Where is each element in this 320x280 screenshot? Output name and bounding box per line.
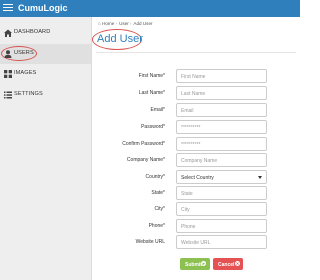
menu-icon[interactable] [3, 4, 13, 13]
form-row-password: Password* ********** [96, 120, 300, 136]
brand-name: CumuLogic [18, 3, 68, 13]
sidebar-item-users[interactable]: USERS [0, 44, 91, 64]
field-label: Last Name* [138, 90, 165, 96]
breadcrumb-home[interactable]: Home [102, 21, 114, 26]
grid-icon [4, 70, 12, 78]
breadcrumb: ⌂ Home› User› Add User [98, 21, 153, 26]
field-label: First Name* [138, 73, 165, 79]
country-select[interactable]: Select Country [176, 170, 267, 184]
submit-button[interactable]: Submit ➤ [180, 258, 210, 270]
sidebar-item-images[interactable]: IMAGES [0, 64, 91, 84]
page-title: Add User [97, 33, 143, 45]
field-label: Confirm Password* [122, 141, 165, 147]
state-input[interactable]: State [176, 186, 267, 200]
list-icon [4, 91, 12, 99]
form-row-last-name: Last Name* Last Name [96, 86, 300, 102]
field-label: Company Name* [126, 157, 165, 163]
user-icon [4, 50, 12, 58]
field-label: City* [154, 206, 165, 212]
cancel-button-label: Cancel [218, 261, 235, 268]
first-name-input[interactable]: First Name [176, 69, 267, 83]
form-row-confirm-password: Confirm Password* ********** [96, 137, 300, 153]
close-icon: ✕ [235, 261, 240, 266]
last-name-input[interactable]: Last Name [176, 86, 267, 100]
sidebar-item-label: IMAGES [14, 70, 37, 76]
form-row-country: Country* Select Country [96, 170, 300, 186]
breadcrumb-users[interactable]: User [119, 21, 129, 26]
sidebar-item-label: USERS [14, 50, 34, 56]
arrow-right-icon: ➤ [201, 261, 206, 266]
phone-input[interactable]: Phone [176, 219, 267, 233]
breadcrumb-current: Add User [133, 21, 153, 26]
sidebar-item-dashboard[interactable]: DASHBOARD [0, 23, 91, 43]
form-row-company-name: Company Name* Company Name [96, 153, 300, 169]
submit-button-label: Submit [185, 261, 202, 268]
cancel-button[interactable]: Cancel ✕ [213, 258, 243, 270]
confirm-password-input[interactable]: ********** [176, 137, 267, 151]
password-input[interactable]: ********** [176, 120, 267, 134]
email-input[interactable]: Email [176, 103, 267, 117]
form-row-email: Email* Email [96, 103, 300, 119]
sidebar: DASHBOARD USERS IMAGES SETTINGS [0, 17, 92, 280]
company-name-input[interactable]: Company Name [176, 153, 267, 167]
top-bar: CumuLogic [0, 0, 300, 17]
sidebar-item-label: SETTINGS [14, 91, 43, 97]
city-input[interactable]: City [176, 202, 267, 216]
field-label: Country* [145, 174, 165, 180]
divider [96, 52, 296, 53]
field-label: Email* [150, 107, 165, 113]
sidebar-item-settings[interactable]: SETTINGS [0, 85, 91, 105]
dashboard-icon [4, 29, 12, 37]
form-row-state: State* State [96, 186, 300, 202]
chevron-down-icon [258, 176, 262, 179]
home-icon: ⌂ [98, 21, 101, 26]
website-url-input[interactable]: Website URL [176, 235, 267, 249]
sidebar-item-label: DASHBOARD [14, 29, 51, 35]
field-label: Website URL [135, 239, 165, 245]
form-row-city: City* City [96, 202, 300, 218]
form-row-first-name: First Name* First Name [96, 69, 300, 85]
field-label: Phone* [148, 223, 165, 229]
form-row-website-url: Website URL Website URL [96, 235, 300, 251]
field-label: Password* [141, 124, 165, 130]
field-label: State* [151, 190, 165, 196]
form-row-phone: Phone* Phone [96, 219, 300, 235]
